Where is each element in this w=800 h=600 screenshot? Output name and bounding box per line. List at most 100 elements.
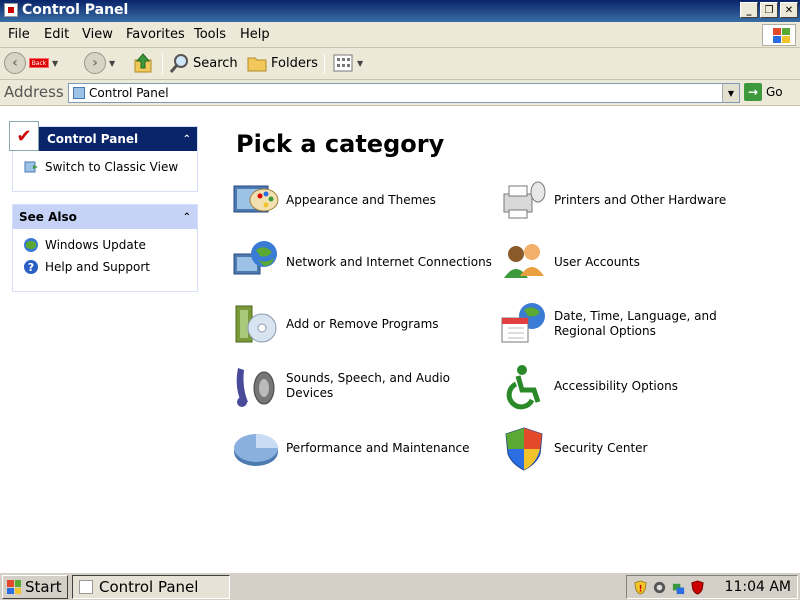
- folders-label: Folders: [271, 55, 318, 71]
- category-label: Performance and Maintenance: [286, 440, 470, 455]
- window-title: Control Panel: [4, 2, 128, 18]
- system-tray: ! 11:04 AM: [626, 575, 798, 599]
- switch-classic-view-label: Switch to Classic View: [45, 160, 179, 174]
- taskbar-item-label: Control Panel: [99, 578, 199, 596]
- printer-icon: [503, 181, 546, 219]
- toolbar: ‹ Back ▼ › ▼ Search Folders ▼: [0, 48, 800, 80]
- forward-arrow-icon: ›: [84, 52, 106, 74]
- go-button[interactable]: → Go: [744, 83, 783, 101]
- control-panel-pane-header[interactable]: Control Panel ⌃: [13, 127, 197, 151]
- close-button[interactable]: ✕: [780, 2, 798, 18]
- control-panel-small-icon: [73, 87, 85, 99]
- windows-logo-icon: [762, 24, 796, 46]
- forward-button[interactable]: › ▼: [84, 52, 115, 74]
- classic-view-icon: [24, 161, 38, 173]
- see-also-header[interactable]: See Also ⌃: [13, 205, 197, 229]
- category-date-time[interactable]: Date, Time, Language, and Regional Optio…: [500, 300, 764, 348]
- content-area: Control Panel ⌃ ✔ Switch to Classic View…: [0, 106, 800, 572]
- collapse-chevron-icon[interactable]: ⌃: [183, 212, 191, 223]
- search-label: Search: [193, 55, 238, 71]
- category-label: Date, Time, Language, and Regional Optio…: [554, 309, 717, 338]
- svg-text:?: ?: [28, 261, 34, 274]
- views-grid-icon: [333, 54, 353, 72]
- shield-tray-icon[interactable]: [690, 579, 705, 595]
- menu-tools[interactable]: Tools: [192, 26, 228, 43]
- go-label: Go: [766, 85, 783, 99]
- performance-icon: [234, 434, 278, 466]
- address-value: Control Panel: [89, 86, 169, 100]
- control-panel-pane: Control Panel ⌃ ✔ Switch to Classic View: [9, 121, 198, 192]
- network-icon: [233, 241, 277, 275]
- views-button[interactable]: ▼: [332, 52, 363, 74]
- datetime-icon: [501, 303, 545, 343]
- category-label: User Accounts: [554, 254, 640, 269]
- address-dropdown-icon[interactable]: ▼: [722, 84, 739, 102]
- category-performance[interactable]: Performance and Maintenance: [232, 424, 496, 472]
- category-sounds[interactable]: Sounds, Speech, and Audio Devices: [232, 362, 496, 410]
- windows-update-link[interactable]: Windows Update: [23, 237, 187, 253]
- control-panel-icon: [4, 3, 18, 17]
- help-support-link[interactable]: ? Help and Support: [23, 259, 187, 275]
- back-dropdown-icon[interactable]: ▼: [52, 59, 58, 68]
- see-also-title: See Also: [19, 210, 77, 224]
- control-panel-large-icon: ✔: [9, 121, 39, 151]
- category-label: Network and Internet Connections: [286, 254, 492, 269]
- menu-edit[interactable]: Edit: [42, 26, 71, 43]
- folders-button[interactable]: Folders: [246, 52, 318, 74]
- search-icon: [169, 54, 188, 73]
- category-add-remove-programs[interactable]: Add or Remove Programs: [232, 300, 496, 348]
- go-arrow-icon: →: [744, 83, 762, 101]
- connection-tray-icon[interactable]: [671, 580, 686, 595]
- minimize-button[interactable]: _: [740, 2, 758, 18]
- menu-bar: File Edit View Favorites Tools Help: [0, 22, 800, 48]
- users-icon: [504, 244, 544, 278]
- category-label: Security Center: [554, 440, 648, 455]
- start-label: Start: [25, 578, 62, 596]
- category-user-accounts[interactable]: User Accounts: [500, 238, 764, 286]
- address-label: Address: [4, 83, 64, 101]
- title-bar[interactable]: Control Panel _ ❐ ✕: [0, 0, 800, 22]
- back-label: Back: [29, 58, 49, 68]
- address-bar: Address Control Panel ▼ → Go: [0, 80, 800, 106]
- taskbar: Start Control Panel ! 11:04 AM: [0, 572, 800, 600]
- menu-view[interactable]: View: [80, 26, 115, 43]
- security-shield-icon: [505, 427, 543, 471]
- category-network[interactable]: Network and Internet Connections: [232, 238, 496, 286]
- category-label: Printers and Other Hardware: [554, 192, 727, 207]
- category-label: Sounds, Speech, and Audio Devices: [286, 371, 450, 400]
- start-button[interactable]: Start: [2, 575, 68, 599]
- collapse-chevron-icon[interactable]: ⌃: [183, 134, 191, 145]
- sound-icon: [236, 368, 275, 407]
- clock[interactable]: 11:04 AM: [725, 579, 791, 595]
- help-icon: ?: [24, 260, 38, 274]
- see-also-pane: See Also ⌃ Windows Update ? Help and Sup…: [12, 204, 198, 292]
- taskbar-item-control-panel[interactable]: Control Panel: [72, 575, 230, 599]
- category-appearance[interactable]: Appearance and Themes: [232, 176, 496, 224]
- back-button[interactable]: ‹ Back ▼: [4, 52, 58, 74]
- menu-file[interactable]: File: [6, 26, 32, 43]
- security-alert-icon[interactable]: !: [633, 579, 648, 595]
- up-folder-icon: [134, 53, 152, 73]
- window-title-text: Control Panel: [22, 2, 129, 18]
- address-input[interactable]: Control Panel ▼: [68, 83, 740, 103]
- forward-dropdown-icon[interactable]: ▼: [109, 59, 115, 68]
- toolbar-separator: [162, 54, 163, 74]
- category-security-center[interactable]: Security Center: [500, 424, 764, 472]
- window-buttons: _ ❐ ✕: [740, 2, 798, 18]
- help-support-label: Help and Support: [45, 260, 150, 274]
- folder-icon: [247, 57, 267, 72]
- up-button[interactable]: [132, 52, 154, 74]
- category-accessibility[interactable]: Accessibility Options: [500, 362, 764, 410]
- windows-flag-icon: [7, 580, 21, 594]
- switch-classic-view-link[interactable]: Switch to Classic View: [23, 159, 187, 175]
- search-button[interactable]: Search: [168, 52, 238, 74]
- network-tray-icon[interactable]: [652, 580, 667, 595]
- menu-favorites[interactable]: Favorites: [124, 26, 187, 43]
- category-label: Appearance and Themes: [286, 192, 436, 207]
- views-dropdown-icon[interactable]: ▼: [357, 59, 363, 68]
- svg-text:!: !: [639, 583, 643, 593]
- back-arrow-icon: ‹: [4, 52, 26, 74]
- category-printers[interactable]: Printers and Other Hardware: [500, 176, 764, 224]
- menu-help[interactable]: Help: [238, 26, 272, 43]
- restore-button[interactable]: ❐: [760, 2, 778, 18]
